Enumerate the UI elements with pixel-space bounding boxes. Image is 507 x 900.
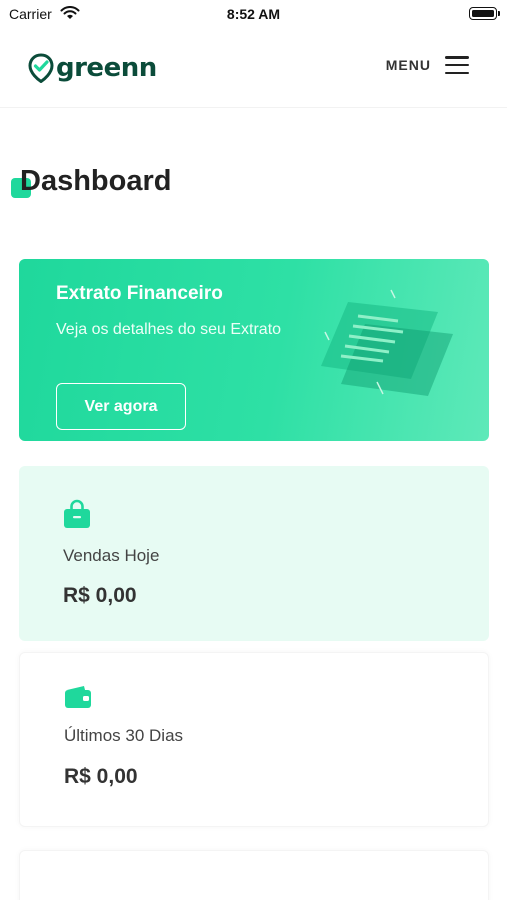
last-30-days-card[interactable]: Últimos 30 Dias R$ 0,00 (19, 652, 489, 827)
next-card (19, 850, 489, 900)
banner-title: Extrato Financeiro (56, 283, 223, 304)
status-time: 8:52 AM (226, 6, 281, 22)
financial-statement-banner: Extrato Financeiro Veja os detalhes do s… (19, 259, 489, 441)
card-value: R$ 0,00 (63, 584, 137, 607)
menu-button[interactable]: MENU (386, 56, 469, 74)
logo-check-icon (28, 53, 54, 83)
page-title: Dashboard (20, 165, 172, 197)
card-label: Últimos 30 Dias (64, 726, 184, 745)
greenn-logo[interactable]: greenn (28, 50, 157, 86)
card-label: Vendas Hoje (63, 546, 160, 565)
banner-description: Veja os detalhes do seu Extrato (56, 321, 282, 338)
battery-icon (469, 7, 500, 20)
card-value: R$ 0,00 (64, 765, 138, 788)
status-bar: Carrier 8:52 AM (0, 0, 507, 28)
shopping-bag-icon (64, 499, 90, 528)
menu-label: MENU (385, 57, 431, 73)
document-illustration-icon (321, 289, 453, 396)
hamburger-icon (445, 56, 469, 74)
wallet-icon (65, 686, 91, 708)
view-now-button[interactable]: Ver agora (56, 383, 186, 430)
app-header: greenn MENU (0, 28, 507, 108)
logo-text: greenn (56, 53, 157, 83)
sales-today-card[interactable]: Vendas Hoje R$ 0,00 (19, 466, 489, 641)
